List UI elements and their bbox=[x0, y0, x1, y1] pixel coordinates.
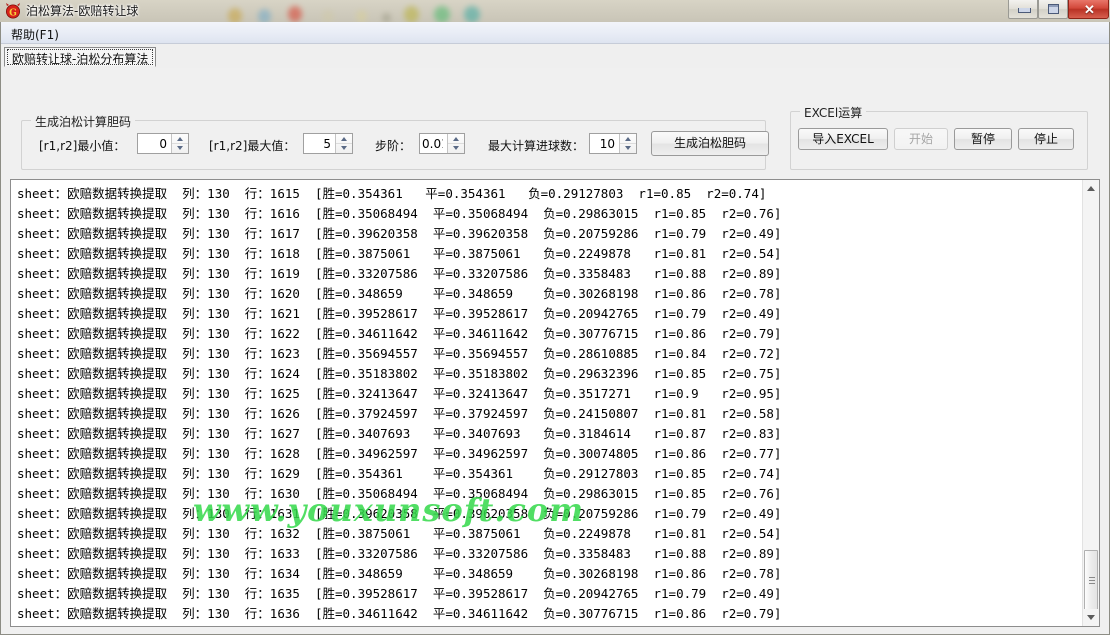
log-line: sheet：欧赔数据转换提取 列：130 行：1635 [胜=0.3952861… bbox=[17, 586, 782, 601]
window-title: 泊松算法-欧赔转让球 bbox=[26, 4, 139, 18]
log-line: sheet：欧赔数据转换提取 列：130 行：1615 [胜=0.354361 … bbox=[17, 186, 767, 201]
label-r-min: [r1,r2]最小值： bbox=[39, 139, 126, 153]
log-line: sheet：欧赔数据转换提取 列：130 行：1631 [胜=0.3962035… bbox=[17, 506, 782, 521]
minimize-icon bbox=[1018, 8, 1031, 13]
log-line: sheet：欧赔数据转换提取 列：130 行：1619 [胜=0.3320758… bbox=[17, 266, 782, 281]
max-goals-spin-down[interactable] bbox=[620, 144, 636, 153]
step-spin-down[interactable] bbox=[448, 144, 464, 153]
r-min-stepper[interactable] bbox=[137, 133, 189, 154]
chevron-down-icon bbox=[1087, 615, 1095, 620]
minimize-button[interactable] bbox=[1008, 0, 1038, 19]
excel-group-title: EXCEl运算 bbox=[800, 104, 867, 121]
maximize-icon bbox=[1048, 4, 1059, 14]
log-line: sheet：欧赔数据转换提取 列：130 行：1616 [胜=0.3506849… bbox=[17, 206, 782, 221]
r-max-spin-up[interactable] bbox=[336, 134, 352, 144]
scrollbar-thumb[interactable] bbox=[1084, 550, 1098, 610]
log-line: sheet：欧赔数据转换提取 列：130 行：1625 [胜=0.3241364… bbox=[17, 386, 782, 401]
log-line: sheet：欧赔数据转换提取 列：130 行：1624 [胜=0.3518380… bbox=[17, 366, 782, 381]
menu-item-help[interactable]: 帮助(F1) bbox=[5, 24, 65, 45]
log-line: sheet：欧赔数据转换提取 列：130 行：1626 [胜=0.3792459… bbox=[17, 406, 782, 421]
log-line: sheet：欧赔数据转换提取 列：130 行：1636 [胜=0.3461164… bbox=[17, 606, 782, 621]
start-button: 开始 bbox=[894, 128, 948, 150]
max-goals-stepper[interactable] bbox=[589, 133, 637, 154]
desktop-bleed-through bbox=[0, 0, 1110, 22]
tab-poisson-distribution[interactable]: 欧赔转让球-泊松分布算法 bbox=[4, 47, 157, 67]
r-max-stepper[interactable] bbox=[303, 133, 353, 154]
tab-strip: 欧赔转让球-泊松分布算法 bbox=[1, 44, 1109, 68]
label-step: 步阶： bbox=[375, 139, 412, 153]
step-spin-up[interactable] bbox=[448, 134, 464, 144]
stop-button[interactable]: 停止 bbox=[1018, 128, 1074, 150]
log-line: sheet：欧赔数据转换提取 列：130 行：1617 [胜=0.3962035… bbox=[17, 226, 782, 241]
max-goals-spin-buttons[interactable] bbox=[619, 134, 636, 153]
label-max-goals: 最大计算进球数： bbox=[488, 139, 585, 153]
chevron-up-icon bbox=[1087, 186, 1095, 191]
scrollbar-grip-icon bbox=[1089, 577, 1095, 584]
max-goals-spin-up[interactable] bbox=[620, 134, 636, 144]
output-vertical-scrollbar[interactable] bbox=[1082, 180, 1099, 626]
close-button[interactable]: ✕ bbox=[1068, 0, 1109, 19]
log-line: sheet：欧赔数据转换提取 列：130 行：1622 [胜=0.3461164… bbox=[17, 326, 782, 341]
maximize-button[interactable] bbox=[1038, 0, 1068, 19]
scroll-up-button[interactable] bbox=[1083, 180, 1099, 197]
r-min-spin-down[interactable] bbox=[172, 144, 188, 153]
poisson-group-title: 生成泊松计算胆码 bbox=[31, 113, 136, 130]
step-spin-buttons[interactable] bbox=[447, 134, 464, 153]
step-input[interactable] bbox=[420, 134, 447, 153]
r-min-spin-buttons[interactable] bbox=[171, 134, 188, 153]
scroll-down-button[interactable] bbox=[1083, 609, 1099, 626]
application-window: G 泊松算法-欧赔转让球 ✕ 帮助(F1) 欧赔转让球-泊松分布算法 生成泊松计… bbox=[0, 0, 1110, 635]
log-line: sheet：欧赔数据转换提取 列：130 行：1629 [胜=0.354361 … bbox=[17, 466, 782, 481]
app-devil-icon[interactable]: G bbox=[5, 3, 21, 19]
r-min-input[interactable] bbox=[138, 134, 171, 153]
output-log-textarea[interactable]: sheet：欧赔数据转换提取 列：130 行：1615 [胜=0.354361 … bbox=[10, 179, 1100, 627]
log-line: sheet：欧赔数据转换提取 列：130 行：1633 [胜=0.3320758… bbox=[17, 546, 782, 561]
log-line: sheet：欧赔数据转换提取 列：130 行：1618 [胜=0.3875061… bbox=[17, 246, 782, 261]
label-r-max: [r1,r2]最大值： bbox=[209, 139, 296, 153]
tab-focus-ring bbox=[7, 49, 154, 65]
log-line: sheet：欧赔数据转换提取 列：130 行：1632 [胜=0.3875061… bbox=[17, 526, 782, 541]
log-line: sheet：欧赔数据转换提取 列：130 行：1634 [胜=0.348659 … bbox=[17, 566, 782, 581]
r-max-input[interactable] bbox=[304, 134, 335, 153]
r-min-spin-up[interactable] bbox=[172, 134, 188, 144]
r-max-spin-down[interactable] bbox=[336, 144, 352, 153]
log-line: sheet：欧赔数据转换提取 列：130 行：1621 [胜=0.3952861… bbox=[17, 306, 782, 321]
log-line: sheet：欧赔数据转换提取 列：130 行：1628 [胜=0.3496259… bbox=[17, 446, 782, 461]
import-excel-button[interactable]: 导入EXCEL bbox=[798, 128, 888, 150]
client-area: 帮助(F1) 欧赔转让球-泊松分布算法 生成泊松计算胆码 [r1,r2]最小值：… bbox=[0, 22, 1110, 635]
r-max-spin-buttons[interactable] bbox=[335, 134, 352, 153]
log-line: sheet：欧赔数据转换提取 列：130 行：1630 [胜=0.3506849… bbox=[17, 486, 782, 501]
log-line: sheet：欧赔数据转换提取 列：130 行：1623 [胜=0.3569455… bbox=[17, 346, 782, 361]
max-goals-input[interactable] bbox=[590, 134, 619, 153]
log-line: sheet：欧赔数据转换提取 列：130 行：1627 [胜=0.3407693… bbox=[17, 426, 782, 441]
generate-poisson-button[interactable]: 生成泊松胆码 bbox=[651, 131, 769, 156]
title-bar[interactable]: G 泊松算法-欧赔转让球 ✕ bbox=[0, 0, 1110, 22]
pause-button[interactable]: 暂停 bbox=[954, 128, 1012, 150]
close-icon: ✕ bbox=[1084, 2, 1095, 17]
log-line: sheet：欧赔数据转换提取 列：130 行：1620 [胜=0.348659 … bbox=[17, 286, 782, 301]
output-log-lines: sheet：欧赔数据转换提取 列：130 行：1615 [胜=0.354361 … bbox=[11, 184, 1083, 624]
bottom-strip bbox=[1, 628, 1109, 634]
step-stepper[interactable] bbox=[419, 133, 465, 154]
svg-text:G: G bbox=[9, 8, 17, 18]
menu-bar: 帮助(F1) bbox=[1, 22, 1109, 44]
